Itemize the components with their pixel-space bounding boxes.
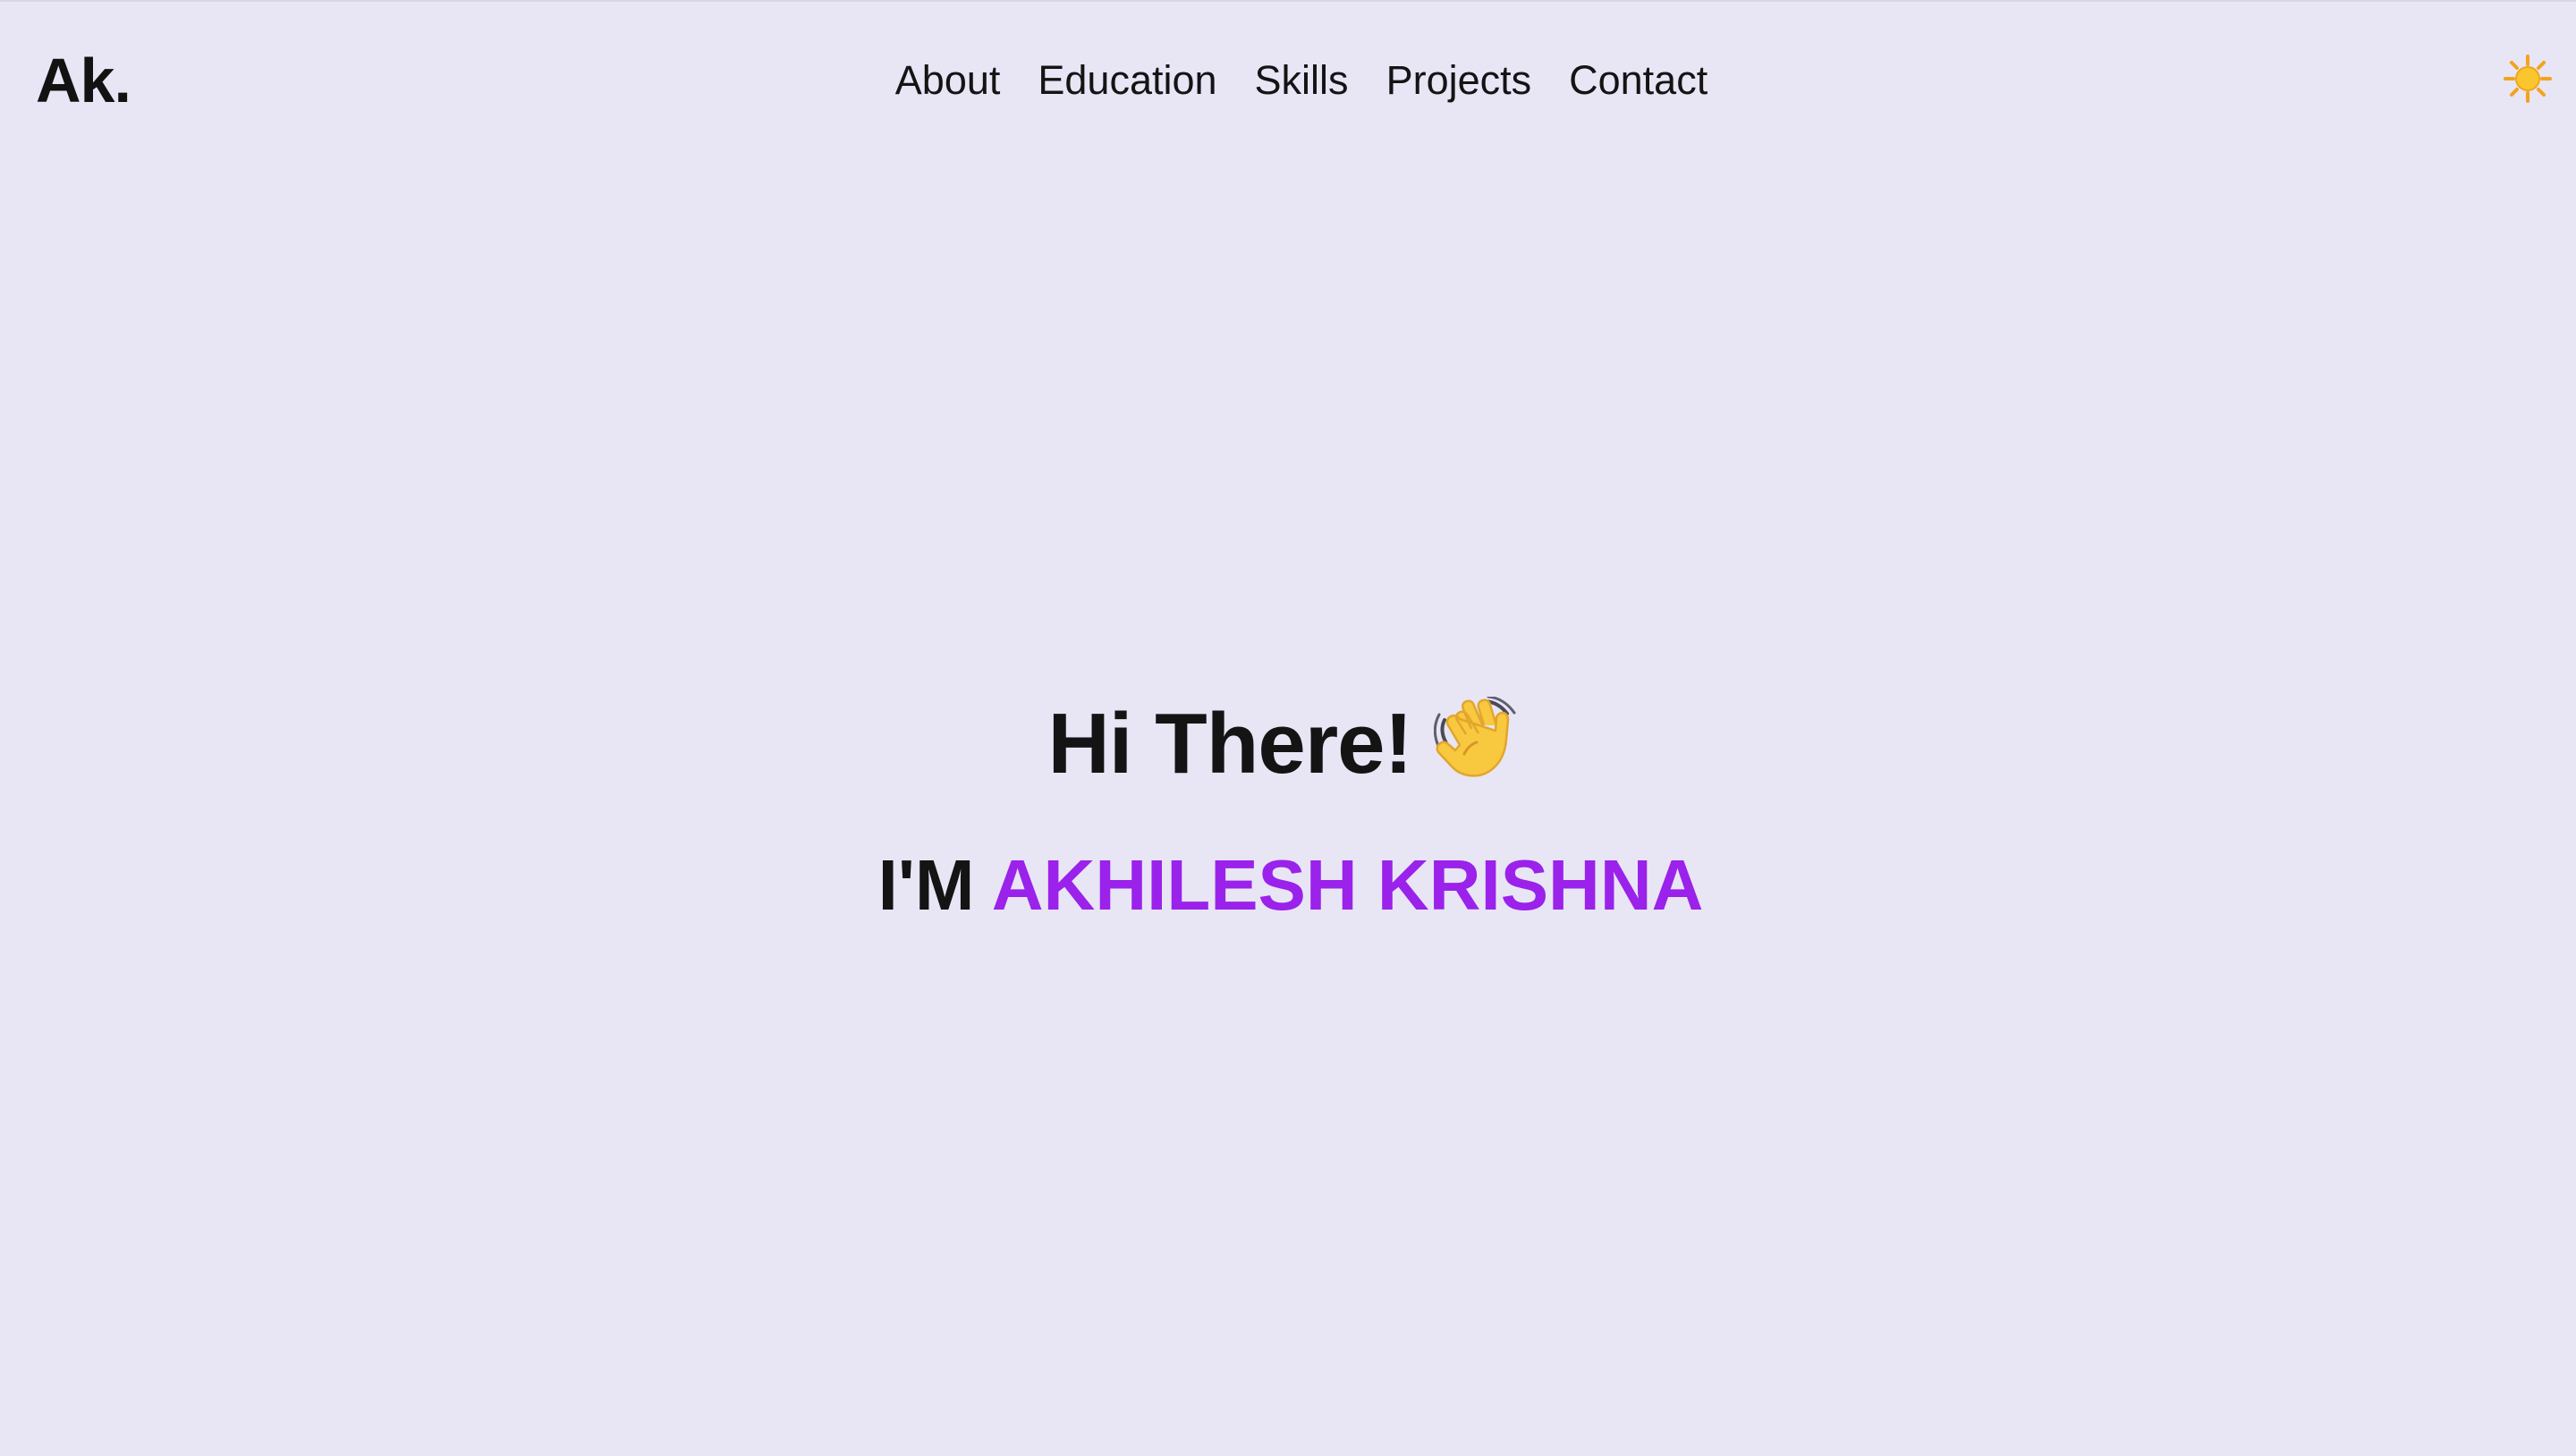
nav-link-projects[interactable]: Projects (1386, 52, 1532, 109)
navbar: Ak. About Education Skills Projects Cont… (0, 2, 2576, 159)
hero-name: AKHILESH KRISHNA (991, 845, 1704, 925)
nav-link-about[interactable]: About (895, 52, 1001, 109)
hero-section: Hi There! I'M AKHILESH KRISHNA (0, 690, 2576, 930)
main-nav: About Education Skills Projects Contact (0, 52, 2576, 109)
hero-intro: I'M AKHILESH KRISHNA (0, 841, 2576, 930)
portfolio-page: Ak. About Education Skills Projects Cont… (0, 0, 2576, 1456)
intro-prefix: I'M (877, 845, 975, 925)
greeting-text: Hi There! (1047, 696, 1412, 791)
nav-link-contact[interactable]: Contact (1569, 52, 1707, 109)
waving-hand-icon (1433, 697, 1529, 791)
nav-link-skills[interactable]: Skills (1255, 52, 1349, 109)
nav-link-education[interactable]: Education (1038, 52, 1216, 109)
sun-icon (2503, 54, 2553, 104)
hero-greeting: Hi There! (1047, 690, 1528, 798)
theme-toggle-button[interactable] (2503, 54, 2553, 104)
